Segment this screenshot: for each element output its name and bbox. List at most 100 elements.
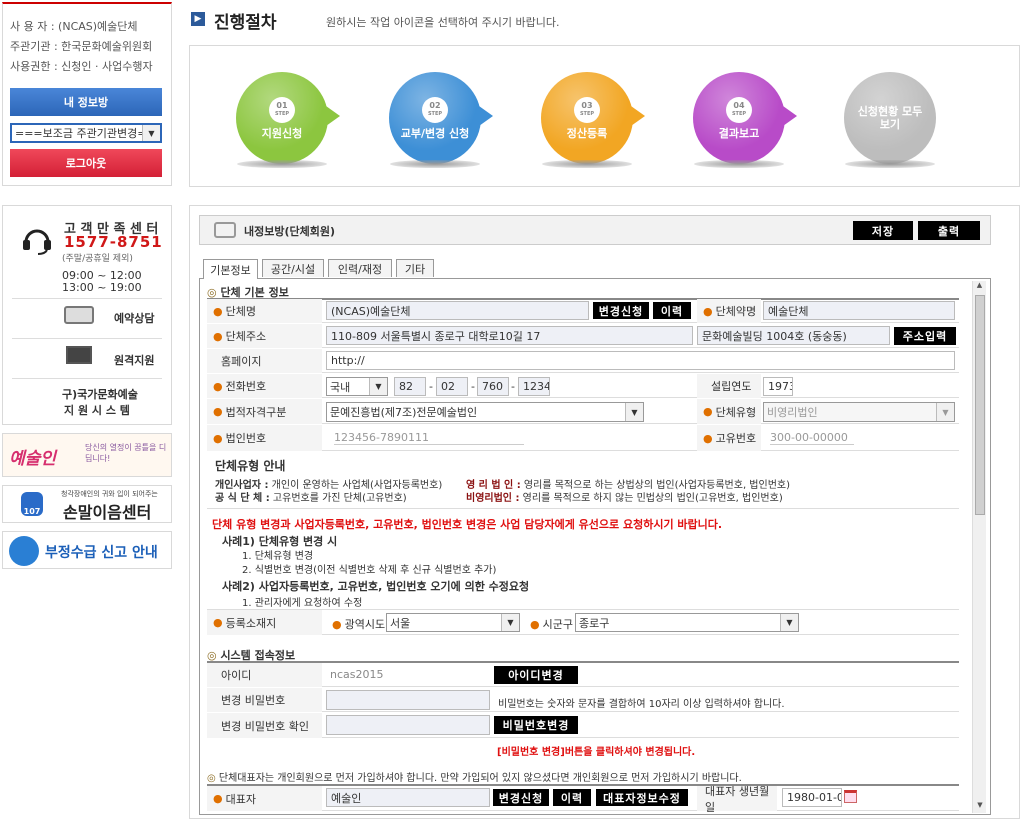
tab-etc[interactable]: 기타 [396, 259, 434, 277]
step-label: 신청현황 모두보기 [857, 105, 923, 131]
old-system-link-1[interactable]: 구)국가문화예술 [62, 386, 138, 402]
history-button[interactable]: 이력 [653, 302, 691, 319]
banner-fraud-report[interactable]: 부정수급 신고 안내 [2, 531, 172, 569]
support-hours-2: 13:00 ~ 19:00 [62, 281, 142, 294]
step-label: 정산등록 [566, 126, 608, 140]
homepage-field[interactable]: http:// [326, 351, 955, 370]
label-confirm-password: 변경 비밀번호 확인 [207, 713, 322, 738]
rep-change-request-button[interactable]: 변경신청 [493, 789, 549, 806]
label-unique-number: ● 고유번호 [697, 425, 761, 451]
sido-select[interactable]: 서울 ▼ [386, 613, 520, 632]
new-password-field[interactable] [326, 690, 490, 710]
headset-icon [20, 222, 54, 256]
rep-edit-button[interactable]: 대표자정보수정 [596, 789, 688, 806]
tab-staff[interactable]: 인력/재정 [328, 259, 392, 277]
remote-support-link[interactable]: 원격지원 [114, 352, 154, 368]
chevron-down-icon: ▼ [625, 403, 643, 421]
address-detail-field[interactable]: 문화예술빌딩 1004호 (동숭동) [697, 326, 890, 345]
step-1-button[interactable]: 01 STEP 지원신청 [236, 72, 340, 164]
page-subtitle: 원하시는 작업 아이콘을 선택하여 주시기 바랍니다. [326, 16, 560, 29]
step-number-badge: 02 STEP [422, 96, 448, 123]
logout-button[interactable]: 로그아웃 [10, 149, 162, 177]
id-value: ncas2015 [330, 668, 384, 681]
case2-step1: 1. 관리자에게 요청하여 수정 [242, 598, 363, 609]
tab-space[interactable]: 공간/시설 [262, 259, 324, 277]
step-number-badge: 04 STEP [726, 96, 752, 123]
address-input-button[interactable]: 주소입력 [894, 327, 956, 345]
chevron-down-icon: ▼ [780, 614, 798, 631]
divider [12, 298, 162, 299]
org-select[interactable]: ===보조금 주관기관변경=== ▼ [10, 123, 162, 143]
step-4-button[interactable]: 04 STEP 결과보고 [693, 72, 797, 164]
page-title: 진행절차 [214, 13, 277, 33]
old-system-link-2[interactable]: 지 원 시 스 템 [64, 402, 130, 418]
myinfo-button[interactable]: 내 정보방 [10, 88, 162, 116]
phone-country-select[interactable]: 국내 ▼ [326, 377, 388, 396]
case1-step2: 2. 식별번호 변경(이전 식별번호 삭제 후 신규 식별번호 추가) [242, 565, 497, 576]
label-new-password: 변경 비밀번호 [207, 688, 322, 712]
tab-basic[interactable]: 기본정보 [203, 259, 258, 279]
unique-number-field[interactable]: 300-00-00000 [770, 431, 854, 445]
change-password-button[interactable]: 비밀번호변경 [494, 716, 578, 734]
step-label: 교부/변경 신청 [400, 126, 470, 140]
org-abbr-field[interactable]: 예술단체 [763, 301, 955, 320]
label-address: ● 단체주소 [207, 324, 322, 348]
circle-bullet-icon: ◎ [207, 773, 219, 784]
org-name-field[interactable]: (NCAS)예술단체 [326, 301, 589, 320]
founded-year-field[interactable]: 1973 [763, 377, 793, 396]
label-homepage: 홈페이지 [207, 349, 322, 373]
step-shadow [237, 160, 327, 168]
legal-status-select[interactable]: 문예진흥법(제7조)전문예술법인 ▼ [326, 402, 644, 422]
calendar-icon[interactable] [844, 790, 857, 803]
case1-step1: 1. 단체유형 변경 [242, 551, 314, 562]
label-id: 아이디 [207, 663, 322, 687]
corp-number-field[interactable]: 123456-7890111 [334, 431, 524, 445]
phone-field-2[interactable]: 02 [436, 377, 468, 396]
reservation-link[interactable]: 예약상담 [114, 310, 154, 326]
support-phone: 1577-8751 [64, 233, 163, 251]
phone-field-4[interactable]: 1234 [518, 377, 550, 396]
scroll-up-icon[interactable]: ▲ [973, 281, 986, 293]
support-note: (주말/공휴일 제외) [62, 254, 133, 264]
org-type-select[interactable]: 비영리법인 ▼ [763, 402, 955, 422]
rep-history-button[interactable]: 이력 [553, 789, 591, 806]
label-region: ● 등록소재지 [207, 610, 322, 635]
change-request-button[interactable]: 변경신청 [593, 302, 649, 319]
bubble-tail [631, 106, 645, 126]
label-org-type: ● 단체유형 [697, 399, 761, 424]
sido-label: 광역시도 [344, 618, 386, 631]
change-id-button[interactable]: 아이디변경 [494, 666, 578, 684]
print-button[interactable]: 출력 [918, 221, 980, 240]
confirm-password-field[interactable] [326, 715, 490, 735]
banner-artist[interactable]: 예술인 당신의 열정이 꿈틀을 디딥니다! [2, 433, 172, 477]
panel-title: 내정보방(단체회원) [244, 225, 336, 238]
representative-field[interactable]: 예술인 [326, 788, 490, 807]
step-shadow [390, 160, 480, 168]
chevron-down-icon: ▼ [142, 125, 160, 141]
step-3-button[interactable]: 03 STEP 정산등록 [541, 72, 645, 164]
step-2-button[interactable]: 02 STEP 교부/변경 신청 [389, 72, 493, 164]
step-label: 지원신청 [261, 126, 303, 140]
case2-title: 사례2) 사업자등록번호, 고유번호, 법인번호 오기에 의한 수정요청 [222, 580, 530, 593]
address-field[interactable]: 110-809 서울특별시 종로구 대학로10길 17 [326, 326, 693, 345]
step-5-button[interactable]: 신청현황 모두보기 [844, 72, 936, 164]
scroll-thumb[interactable] [975, 295, 985, 515]
scroll-down-icon[interactable]: ▼ [973, 801, 987, 813]
panel-icon [214, 222, 236, 238]
label-founded-year: 설립연도 [697, 374, 761, 398]
phone-field-1[interactable]: 82 [394, 377, 426, 396]
megaphone-icon [9, 536, 39, 566]
banner-sign-center[interactable]: 107 청각장애인의 귀와 입이 되어주는 손말이음센터 [2, 485, 172, 523]
scrollbar[interactable]: ▲ ▼ [972, 281, 986, 813]
title-bullet-icon: ▶ [191, 12, 205, 26]
section-representative: ◎ 단체대표자는 개인회원으로 먼저 가입하셔야 합니다. 만약 가입되어 있지… [207, 773, 742, 784]
label-org-abbr: ● 단체약명 [697, 299, 761, 323]
gu-select[interactable]: 종로구 ▼ [575, 613, 799, 632]
phone-field-3[interactable]: 760 [477, 377, 509, 396]
save-button[interactable]: 저장 [853, 221, 913, 240]
user-role: 사용권한 : 신청인 · 사업수행자 [10, 60, 153, 73]
rep-birth-field[interactable]: 1980-01-01 [782, 788, 842, 807]
step-number-badge: 03 STEP [574, 96, 600, 123]
remote-support-icon [66, 346, 92, 364]
divider [12, 338, 162, 339]
